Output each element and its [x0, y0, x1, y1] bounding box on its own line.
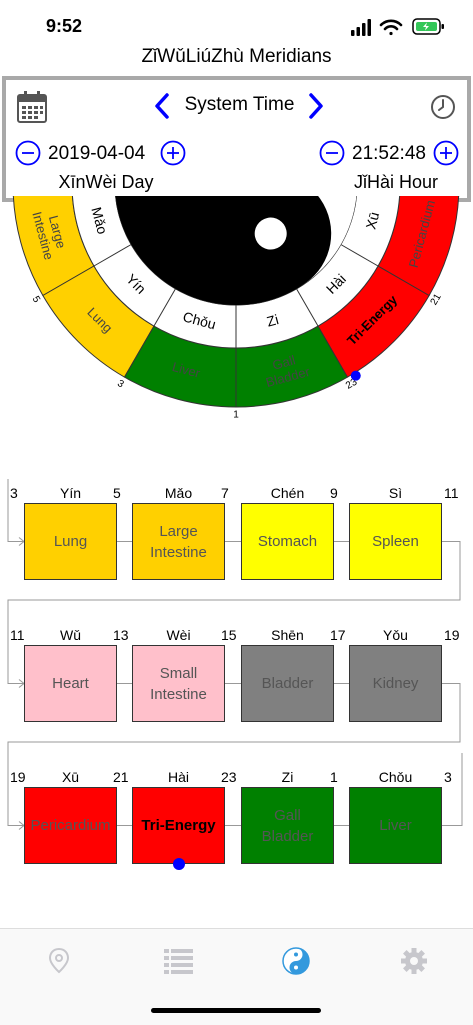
grid-branch-label: Yǒu: [383, 627, 408, 643]
date-value: 2019-04-04: [48, 143, 146, 164]
yin-yang-icon[interactable]: [276, 945, 316, 977]
time-panel: System Time 2019-04-04 XīnWèi Day 21:52:…: [2, 76, 471, 202]
meridian-cell[interactable]: Liver: [349, 787, 442, 864]
grid-hour-label: 3: [444, 769, 452, 785]
meridian-cell[interactable]: Heart: [24, 645, 117, 722]
grid-hour-label: 1: [330, 769, 338, 785]
location-pin-icon[interactable]: [39, 945, 79, 977]
wheel-hour-label: 21: [429, 292, 444, 308]
meridian-cell-label: Small Intestine: [150, 664, 207, 703]
date-increment-button[interactable]: [160, 140, 186, 166]
grid-branch-label: Chǒu: [378, 769, 413, 785]
grid-hour-label: 11: [10, 627, 25, 643]
signal-icon: [351, 19, 371, 36]
current-hour-marker: [172, 858, 185, 870]
meridian-cell[interactable]: Spleen: [349, 503, 442, 580]
meridian-cell-label: Bladder: [261, 675, 314, 692]
previous-arrow-icon[interactable]: [152, 92, 172, 120]
grid-hour-label: 7: [221, 485, 229, 501]
grid-branch-label: Wèi: [166, 627, 191, 643]
meridian-cell[interactable]: Pericardium: [24, 787, 117, 864]
wheel-hour-label: 3: [115, 378, 126, 391]
meridian-wheel[interactable]: MǎoYínChǒuZiHàiXūYǒuLargeIntestineLungLi…: [0, 196, 473, 446]
hour-label: JǐHài Hour: [353, 172, 439, 192]
meridian-cell[interactable]: Gall Bladder: [241, 787, 334, 864]
grid-hour-label: 13: [113, 627, 129, 643]
day-label: XīnWèi Day: [58, 172, 154, 192]
meridian-cell[interactable]: Bladder: [241, 645, 334, 722]
grid-hour-label: 5: [113, 485, 121, 501]
wheel-hour-label: 1: [233, 410, 239, 421]
list-icon[interactable]: [158, 945, 198, 977]
meridian-cell-label: Large Intestine: [150, 522, 207, 561]
page-title: ZǐWǔLiúZhù Meridians: [141, 46, 332, 67]
next-arrow-icon[interactable]: [306, 92, 326, 120]
meridian-cell-label: Liver: [379, 817, 412, 834]
grid-hour-label: 15: [221, 627, 237, 643]
wifi-icon: [379, 19, 403, 36]
status-icons: [351, 18, 444, 36]
date-decrement-button[interactable]: [15, 140, 41, 166]
grid-hour-label: 3: [10, 485, 18, 501]
home-indicator: [151, 1008, 321, 1013]
meridian-cell-label: Heart: [52, 675, 89, 692]
grid-hour-label: 19: [444, 627, 460, 643]
grid-branch-label: Hài: [167, 769, 189, 785]
meridian-cell-label: Gall Bladder: [261, 806, 314, 845]
meridian-cell[interactable]: Kidney: [349, 645, 442, 722]
grid-hour-label: 11: [444, 485, 459, 501]
gear-icon[interactable]: [394, 945, 434, 977]
time-mode-label: System Time: [184, 94, 295, 115]
grid-hour-label: 9: [330, 485, 338, 501]
meridian-grid: 3 Lung Yín 5 Large Intestine Mǎo 7 Stomach Chén 9 S…: [0, 475, 473, 875]
meridian-cell-label: Spleen: [372, 533, 419, 550]
grid-branch-label: Chén: [270, 485, 305, 501]
meridian-cell[interactable]: Stomach: [241, 503, 334, 580]
grid-branch-label: Sì: [388, 485, 403, 501]
grid-branch-label: Xū: [61, 769, 80, 785]
time-increment-button[interactable]: [433, 140, 459, 166]
meridian-cell-label: Stomach: [257, 533, 318, 550]
status-time: 9:52: [46, 16, 83, 36]
meridian-cell-label: Lung: [53, 533, 88, 550]
grid-hour-label: 21: [113, 769, 129, 785]
current-time-marker: [350, 370, 361, 381]
grid-branch-label: Mǎo: [164, 485, 193, 501]
wheel-hour-label: 5: [30, 294, 43, 305]
grid-hour-label: 17: [330, 627, 346, 643]
meridian-cell[interactable]: Tri-Energy: [132, 787, 225, 864]
time-decrement-button[interactable]: [319, 140, 345, 166]
time-value: 21:52:48: [352, 143, 426, 164]
meridian-cell[interactable]: Lung: [24, 503, 117, 580]
battery-icon: [412, 18, 444, 35]
grid-hour-label: 23: [221, 769, 237, 785]
meridian-cell-label: Pericardium: [30, 817, 111, 834]
grid-branch-label: Zi: [281, 769, 294, 785]
clock-icon[interactable]: [430, 94, 456, 120]
meridian-cell-label: Tri-Energy: [141, 817, 216, 834]
grid-branch-label: Wǔ: [60, 627, 81, 643]
grid-branch-label: Yín: [59, 485, 81, 501]
meridian-cell[interactable]: Large Intestine: [132, 503, 225, 580]
meridian-cell[interactable]: Small Intestine: [132, 645, 225, 722]
grid-branch-label: Shēn: [271, 627, 304, 643]
meridian-cell-label: Kidney: [372, 675, 419, 692]
calendar-icon[interactable]: [16, 90, 48, 124]
